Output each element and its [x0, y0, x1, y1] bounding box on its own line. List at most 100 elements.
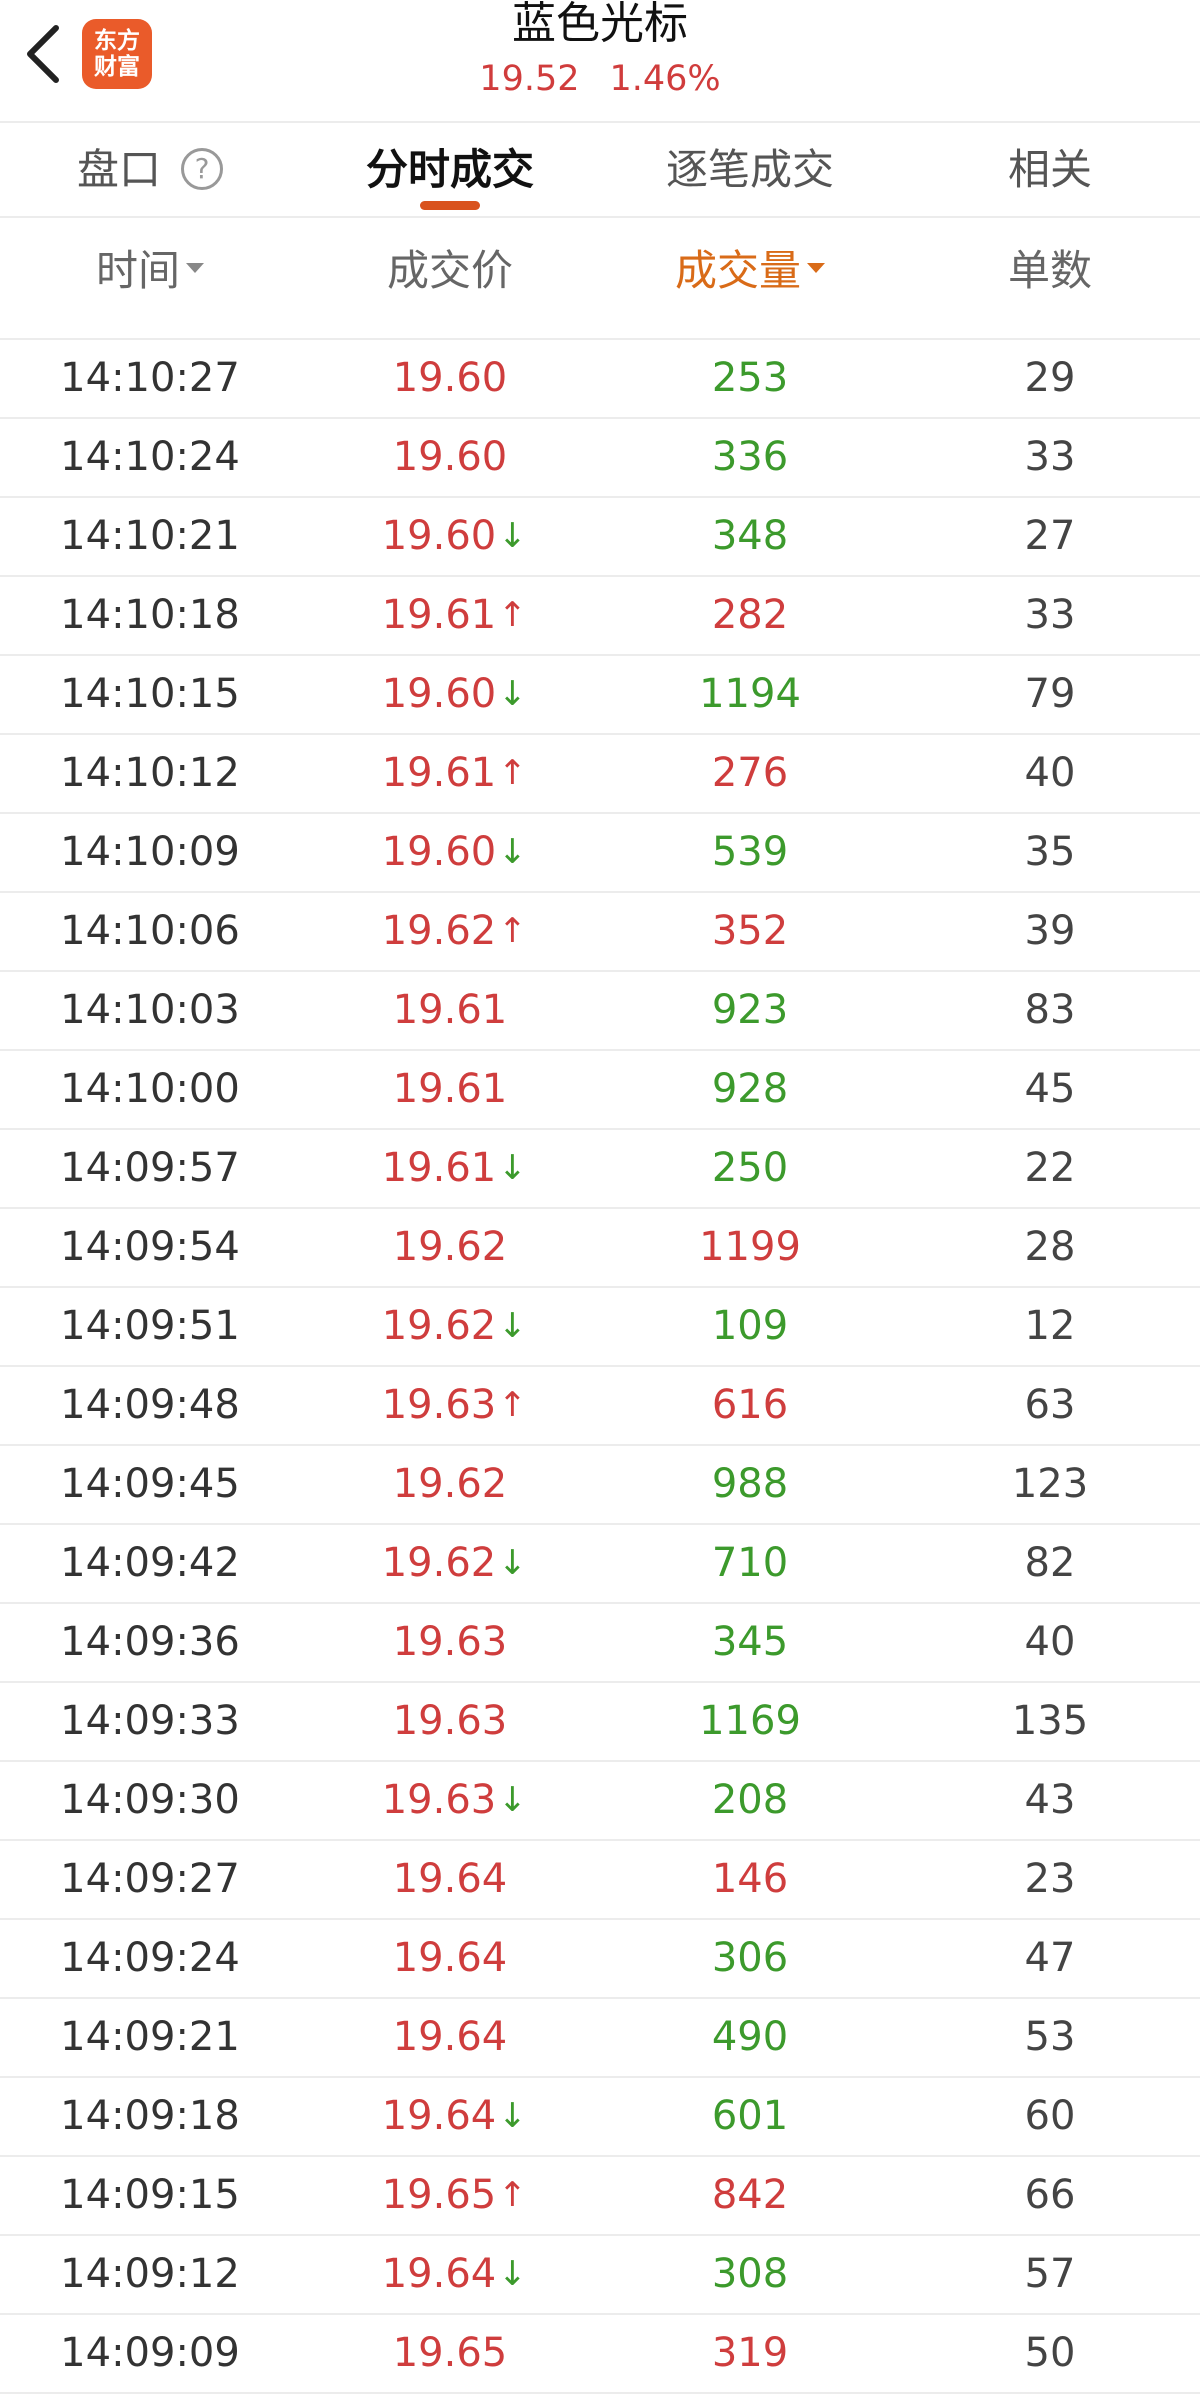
trade-row: 14:10:06 19.62↑ 352 39	[0, 893, 1200, 972]
trade-volume: 250	[711, 1145, 789, 1191]
trade-price: 19.62	[381, 1540, 497, 1586]
stock-change-pct: 1.46%	[609, 59, 721, 99]
trade-price-cell: 19.61↑	[300, 577, 600, 654]
arrow-up-icon: ↑	[498, 1385, 527, 1425]
trade-order-count: 53	[1024, 2014, 1076, 2060]
column-header-volume[interactable]: 成交量	[600, 218, 900, 324]
trade-volume: 253	[711, 355, 789, 401]
trade-row: 14:10:00 19.61 928 45	[0, 1051, 1200, 1130]
trade-order-count: 28	[1024, 1224, 1076, 1270]
column-header-count-label: 单数	[1007, 246, 1092, 295]
trade-volume: 842	[711, 2172, 789, 2218]
trade-price: 19.63	[381, 1777, 497, 1823]
column-header-time[interactable]: 时间	[0, 218, 300, 324]
trade-volume: 710	[711, 1540, 789, 1586]
trade-order-count: 82	[1024, 1540, 1076, 1586]
trade-price-cell: 19.62↑	[300, 893, 600, 970]
trade-price-cell: 19.60↓	[300, 814, 600, 891]
trade-row: 14:09:36 19.63 345 40	[0, 1604, 1200, 1683]
tab-intraday-trades-label: 分时成交	[365, 145, 534, 194]
trade-row: 14:09:45 19.62 988 123	[0, 1446, 1200, 1525]
app-header: 东方 财富 蓝色光标 19.52 1.46%	[0, 0, 1200, 123]
tab-order-book[interactable]: 盘口?	[0, 123, 300, 216]
trade-row: 14:09:21 19.64 490 53	[0, 1999, 1200, 2078]
trade-list: 14:10:27 19.60 253 29 14:10:24 19.60 336 33 14:1…	[0, 340, 1200, 2394]
trade-price: 19.61	[381, 592, 497, 638]
trade-order-count: 63	[1024, 1382, 1076, 1428]
trade-price-cell: 19.63	[300, 1604, 600, 1681]
trade-volume: 1199	[699, 1224, 801, 1270]
trade-price: 19.61	[392, 987, 508, 1033]
trade-price-cell: 19.61	[300, 972, 600, 1049]
trade-order-count: 135	[1011, 1698, 1089, 1744]
trade-row: 14:10:24 19.60 336 33	[0, 419, 1200, 498]
tab-tick-trades[interactable]: 逐笔成交	[600, 123, 900, 216]
trade-price-cell: 19.60↓	[300, 498, 600, 575]
trade-time: 14:09:48	[60, 1382, 240, 1428]
trade-row: 14:09:15 19.65↑ 842 66	[0, 2157, 1200, 2236]
sort-caret-icon	[807, 262, 825, 273]
trade-price: 19.64	[392, 1935, 508, 1981]
trade-price: 19.62	[381, 1303, 497, 1349]
trade-time: 14:09:33	[60, 1698, 240, 1744]
trade-time: 14:09:12	[60, 2251, 240, 2297]
trade-row: 14:10:15 19.60↓ 1194 79	[0, 656, 1200, 735]
trade-time: 14:09:54	[60, 1224, 240, 1270]
arrow-down-icon: ↓	[498, 832, 527, 872]
trade-price: 19.60	[381, 671, 497, 717]
trade-price: 19.61	[392, 1066, 508, 1112]
trade-time: 14:09:09	[60, 2330, 240, 2376]
tab-order-book-label: 盘口	[76, 145, 161, 194]
trade-order-count: 27	[1024, 513, 1076, 559]
trade-time: 14:09:21	[60, 2014, 240, 2060]
column-header-row: 时间 成交价 成交量 单数	[0, 218, 1200, 340]
trade-price-cell: 19.64↓	[300, 2236, 600, 2313]
trade-price: 19.62	[392, 1461, 508, 1507]
trade-order-count: 66	[1024, 2172, 1076, 2218]
tab-related[interactable]: 相关	[900, 123, 1200, 216]
column-header-price-label: 成交价	[386, 246, 513, 295]
trade-time: 14:10:21	[60, 513, 240, 559]
trade-price: 19.65	[381, 2172, 497, 2218]
trade-order-count: 57	[1024, 2251, 1076, 2297]
trade-time: 14:09:15	[60, 2172, 240, 2218]
trade-time: 14:10:09	[60, 829, 240, 875]
trade-time: 14:09:18	[60, 2093, 240, 2139]
trade-time: 14:10:27	[60, 355, 240, 401]
trade-price: 19.60	[392, 355, 508, 401]
arrow-up-icon: ↑	[498, 753, 527, 793]
tab-bar: 盘口? 分时成交 逐笔成交 相关	[0, 123, 1200, 218]
trade-row: 14:10:03 19.61 923 83	[0, 972, 1200, 1051]
sort-caret-icon	[186, 262, 204, 273]
trade-time: 14:09:45	[60, 1461, 240, 1507]
trade-price-cell: 19.65↑	[300, 2157, 600, 2234]
arrow-down-icon: ↓	[498, 1306, 527, 1346]
trade-row: 14:10:09 19.60↓ 539 35	[0, 814, 1200, 893]
trade-row: 14:09:57 19.61↓ 250 22	[0, 1130, 1200, 1209]
trade-order-count: 23	[1024, 1856, 1076, 1902]
trade-time: 14:09:36	[60, 1619, 240, 1665]
arrow-down-icon: ↓	[498, 674, 527, 714]
trade-order-count: 22	[1024, 1145, 1076, 1191]
column-header-time-label: 时间	[95, 246, 180, 295]
trade-order-count: 12	[1024, 1303, 1076, 1349]
trade-order-count: 29	[1024, 355, 1076, 401]
help-icon[interactable]: ?	[181, 147, 223, 190]
trade-row: 14:09:51 19.62↓ 109 12	[0, 1288, 1200, 1367]
trade-time: 14:09:30	[60, 1777, 240, 1823]
trade-price: 19.62	[381, 908, 497, 954]
trade-order-count: 39	[1024, 908, 1076, 954]
trade-price: 19.60	[381, 829, 497, 875]
trade-volume: 208	[711, 1777, 789, 1823]
trade-row: 14:09:12 19.64↓ 308 57	[0, 2236, 1200, 2315]
trade-volume: 348	[711, 513, 789, 559]
trade-row: 14:09:42 19.62↓ 710 82	[0, 1525, 1200, 1604]
trade-order-count: 33	[1024, 434, 1076, 480]
stock-price: 19.52	[479, 59, 580, 99]
trade-time: 14:10:15	[60, 671, 240, 717]
trade-time: 14:09:24	[60, 1935, 240, 1981]
trade-row: 14:09:18 19.64↓ 601 60	[0, 2078, 1200, 2157]
arrow-down-icon: ↓	[498, 1543, 527, 1583]
trade-time: 14:10:03	[60, 987, 240, 1033]
trade-price: 19.60	[381, 513, 497, 559]
